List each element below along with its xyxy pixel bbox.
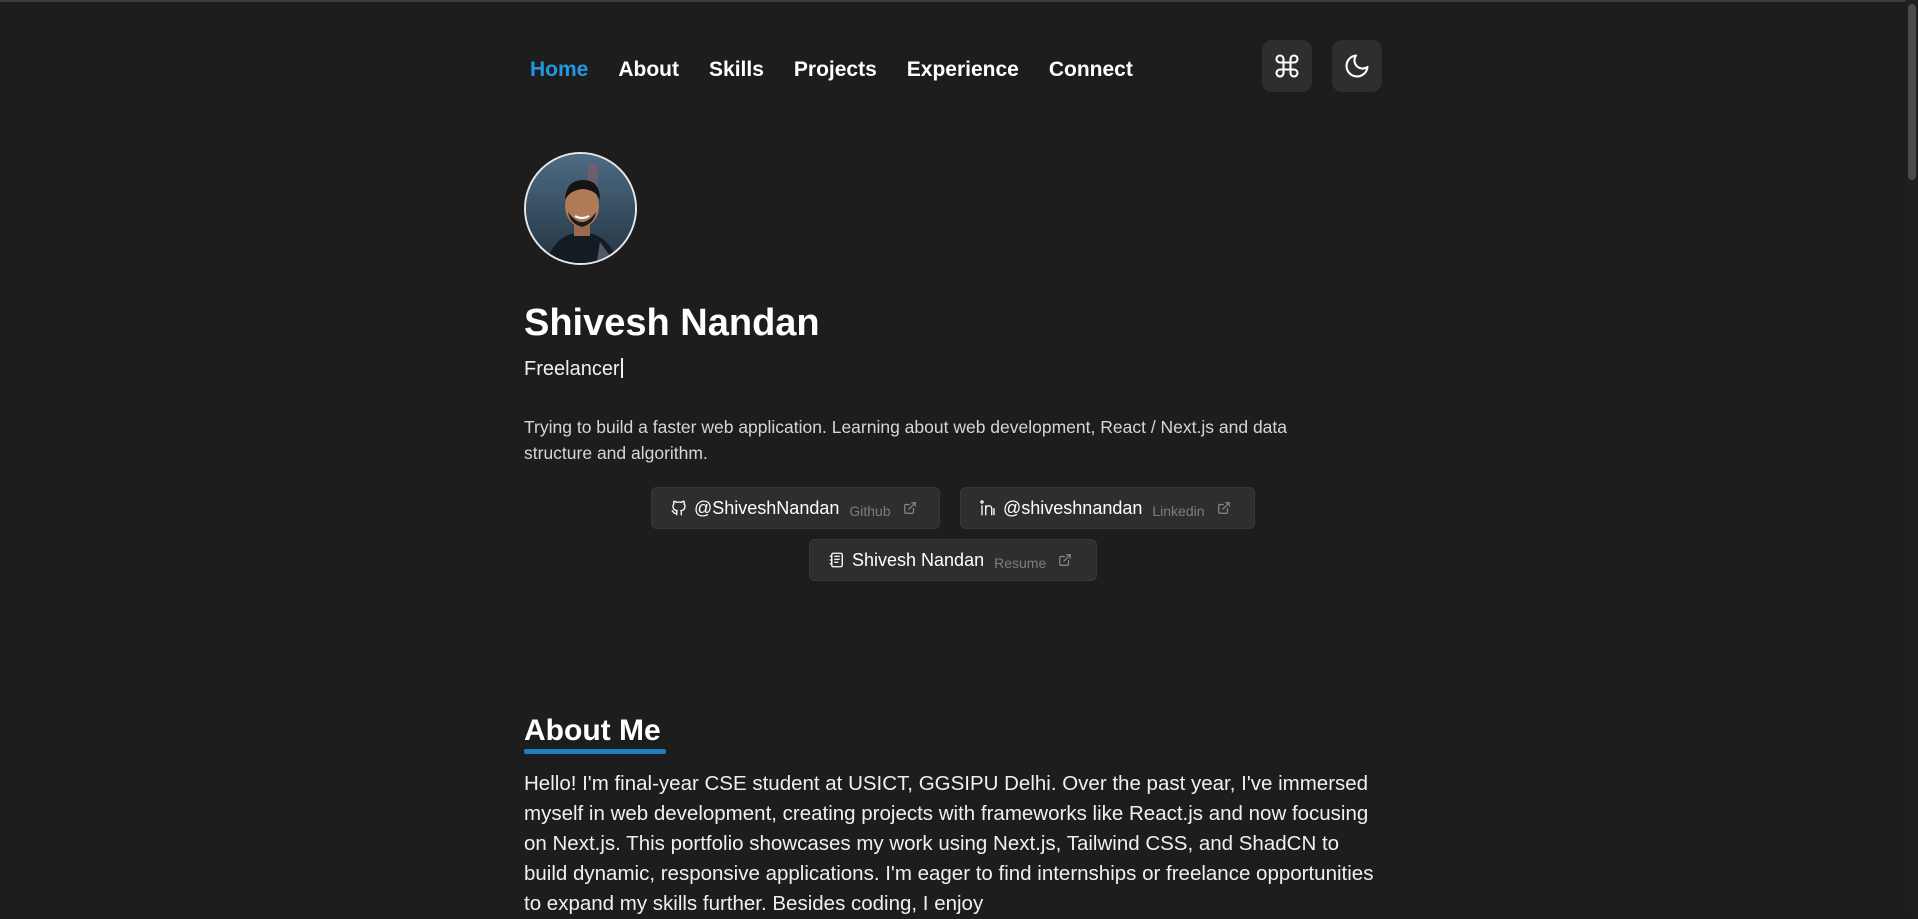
about-paragraph: Hello! I'm final-year CSE student at USI… bbox=[524, 772, 1374, 915]
resume-label: Resume bbox=[994, 554, 1047, 571]
nav-skills[interactable]: Skills bbox=[709, 58, 764, 82]
resume-link[interactable]: Shivesh Nandan Resume bbox=[809, 539, 1097, 581]
window-top-border bbox=[0, 0, 1918, 2]
resume-name: Shivesh Nandan bbox=[852, 549, 985, 570]
moon-icon bbox=[1345, 54, 1369, 78]
external-link-icon bbox=[903, 502, 916, 514]
theme-toggle-button[interactable] bbox=[1332, 40, 1382, 92]
role-text: Freelancer bbox=[524, 358, 620, 380]
main-nav: Home About Skills Projects Experience Co… bbox=[530, 58, 1163, 82]
nav-connect[interactable]: Connect bbox=[1049, 58, 1133, 82]
linkedin-label: Linkedin bbox=[1152, 502, 1205, 519]
nav-about[interactable]: About bbox=[618, 58, 679, 82]
about-heading-underline bbox=[524, 749, 666, 754]
nav-projects[interactable]: Projects bbox=[794, 58, 877, 82]
profile-role: Freelancer bbox=[524, 358, 623, 381]
profile-bio: Trying to build a faster web application… bbox=[524, 417, 1288, 463]
nav-experience[interactable]: Experience bbox=[907, 58, 1019, 82]
linkedin-link[interactable]: @shiveshnandan Linkedin bbox=[960, 487, 1255, 529]
scrollbar-thumb[interactable] bbox=[1908, 4, 1916, 180]
github-handle: @ShiveshNandan bbox=[694, 497, 840, 518]
external-link-icon bbox=[1059, 554, 1072, 566]
typing-caret bbox=[620, 358, 623, 378]
command-icon bbox=[1275, 54, 1299, 78]
document-icon bbox=[829, 552, 843, 568]
github-link[interactable]: @ShiveshNandan Github bbox=[651, 487, 940, 529]
linkedin-handle: @shiveshnandan bbox=[1003, 497, 1143, 518]
external-link-icon bbox=[1217, 502, 1230, 514]
github-label: Github bbox=[849, 502, 891, 519]
linkedin-icon bbox=[980, 500, 995, 516]
profile-name: Shivesh Nandan bbox=[524, 302, 820, 344]
avatar bbox=[524, 152, 637, 265]
page-scrollbar[interactable] bbox=[1906, 0, 1918, 913]
about-heading: About Me bbox=[524, 714, 661, 747]
command-palette-button[interactable] bbox=[1262, 40, 1312, 92]
github-icon bbox=[671, 500, 686, 516]
nav-home[interactable]: Home bbox=[530, 58, 588, 82]
